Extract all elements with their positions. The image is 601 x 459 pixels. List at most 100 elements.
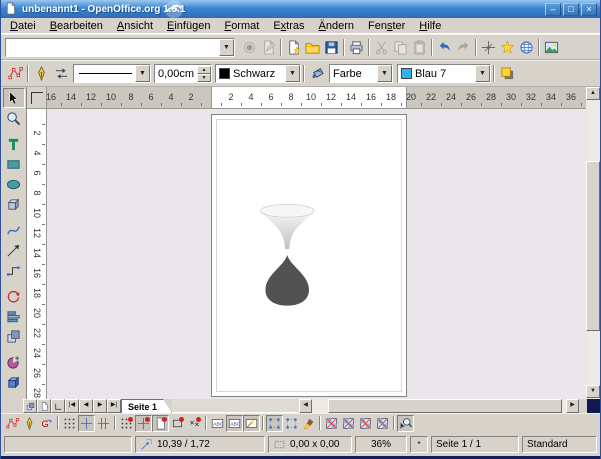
fill-type-dropdown-button[interactable]: ▼ <box>377 65 392 82</box>
menu-fenster[interactable]: Fenster <box>361 19 412 33</box>
scroll-left-button[interactable]: ◀ <box>299 399 312 413</box>
scroll-up-button[interactable]: ▲ <box>586 87 600 100</box>
guides-when-moving-button[interactable] <box>95 415 112 432</box>
menu-datei[interactable]: Datei <box>3 19 43 33</box>
menu-ansicht[interactable]: Ansicht <box>110 19 160 33</box>
minimize-button[interactable]: – <box>545 3 561 16</box>
snap-to-page-margins-button[interactable] <box>152 415 169 432</box>
ruler-origin-corner[interactable] <box>27 87 47 109</box>
show-snap-lines-button[interactable] <box>78 415 95 432</box>
open-document-button[interactable] <box>303 37 322 57</box>
menu-einfgen[interactable]: Einfügen <box>160 19 217 33</box>
line-color-select[interactable]: Schwarz ▼ <box>215 64 301 83</box>
first-page-button[interactable]: |◀ <box>65 399 79 413</box>
insert-graphics-button[interactable] <box>542 37 561 57</box>
print-document-button[interactable] <box>347 37 366 57</box>
modify-with-attributes-button[interactable] <box>300 415 317 432</box>
url-input[interactable] <box>9 40 219 55</box>
arrange-button[interactable] <box>3 326 25 346</box>
gallery-button[interactable] <box>498 37 517 57</box>
placeholder-text-button[interactable] <box>340 415 357 432</box>
line-width-down-button[interactable]: ▼ <box>197 74 211 82</box>
fill-color-select[interactable]: Blau 7 ▼ <box>397 64 491 83</box>
master-view-button[interactable] <box>51 399 65 413</box>
layer-view-button[interactable] <box>23 399 37 413</box>
curve-button[interactable] <box>3 220 25 240</box>
large-handles-button[interactable] <box>283 415 300 432</box>
fill-type-select[interactable]: Farbe ▼ <box>329 64 393 83</box>
vertical-scroll-thumb[interactable] <box>586 161 600 331</box>
horizontal-scrollbar[interactable]: ◀ ▶ <box>299 399 579 413</box>
area-fill-button[interactable] <box>307 64 327 84</box>
edit-points-button[interactable] <box>4 415 21 432</box>
vertical-scrollbar[interactable]: ▲ ▼ <box>586 87 600 399</box>
line-style-select[interactable]: ▼ <box>73 64 151 83</box>
line-color-dropdown-button[interactable]: ▼ <box>285 65 300 82</box>
status-page-cell[interactable]: Seite 1 / 1 <box>431 436 519 453</box>
select-button[interactable] <box>3 88 25 108</box>
connector-button[interactable] <box>3 260 25 280</box>
live-mode-button[interactable] <box>397 415 414 432</box>
3d-objects-button[interactable] <box>3 194 25 214</box>
page-tab-seite1[interactable]: Seite 1 <box>121 399 172 413</box>
line-width-up-button[interactable]: ▲ <box>197 66 211 74</box>
simple-handles-button[interactable] <box>266 415 283 432</box>
select-text-area-button[interactable] <box>226 415 243 432</box>
page-view-button[interactable] <box>37 399 51 413</box>
menu-extras[interactable]: Extras <box>266 19 311 33</box>
last-page-button[interactable]: ▶| <box>107 399 121 413</box>
interaction-button[interactable] <box>3 372 25 392</box>
placeholder-gradient-button[interactable] <box>357 415 374 432</box>
scroll-right-button[interactable]: ▶ <box>566 399 579 413</box>
line-dialog-button[interactable] <box>31 64 51 84</box>
placeholder-picture-button[interactable] <box>323 415 340 432</box>
insert-button[interactable] <box>3 352 25 372</box>
status-zoom-cell[interactable]: 36% <box>355 436 407 453</box>
snap-to-object-border-button[interactable] <box>169 415 186 432</box>
shadow-button[interactable] <box>497 64 517 84</box>
undo-button[interactable] <box>435 37 454 57</box>
scroll-down-button[interactable]: ▼ <box>586 385 600 398</box>
quick-edit-button[interactable] <box>209 415 226 432</box>
snap-to-grid-button[interactable] <box>118 415 135 432</box>
vertical-ruler[interactable]: 246810121416182022242628 <box>27 109 47 399</box>
double-click-edit-text-button[interactable] <box>243 415 260 432</box>
status-size-cell[interactable]: 0,00 x 0,00 <box>268 436 352 453</box>
snap-to-snap-lines-button[interactable] <box>135 415 152 432</box>
placeholder-hatch-button[interactable] <box>374 415 391 432</box>
glue-points-button[interactable] <box>21 415 38 432</box>
horizontal-scroll-thumb[interactable] <box>328 399 562 413</box>
hourglass-3d-object[interactable] <box>212 115 406 396</box>
status-style-cell[interactable]: Standard <box>522 436 597 453</box>
status-position-cell[interactable]: 10,39 / 1,72 <box>135 436 265 453</box>
hyperlink-button[interactable] <box>517 37 536 57</box>
zoom-button[interactable] <box>3 108 25 128</box>
edit-points-button[interactable] <box>5 64 25 84</box>
menu-hilfe[interactable]: Hilfe <box>412 19 448 33</box>
line-width-input[interactable] <box>155 68 195 80</box>
menu-format[interactable]: Format <box>217 19 266 33</box>
show-grid-button[interactable] <box>61 415 78 432</box>
navigator-button[interactable] <box>479 37 498 57</box>
arrow-style-button[interactable] <box>51 64 71 84</box>
ellipse-button[interactable] <box>3 174 25 194</box>
maximize-button[interactable]: □ <box>563 3 579 16</box>
fill-color-dropdown-button[interactable]: ▼ <box>475 65 490 82</box>
text-button[interactable] <box>3 134 25 154</box>
next-page-button[interactable]: ▶ <box>93 399 107 413</box>
previous-page-button[interactable]: ◀ <box>79 399 93 413</box>
new-document-button[interactable] <box>284 37 303 57</box>
drawing-canvas[interactable] <box>47 109 586 399</box>
snap-to-object-points-button[interactable] <box>186 415 203 432</box>
lines-arrows-button[interactable] <box>3 240 25 260</box>
horizontal-ruler[interactable]: 1614121086422468101214161820222426283032… <box>47 87 586 109</box>
close-button[interactable]: × <box>581 3 597 16</box>
url-dropdown-button[interactable]: ▼ <box>219 39 234 56</box>
line-style-dropdown-button[interactable]: ▼ <box>135 65 150 82</box>
menu-bearbeiten[interactable]: Bearbeiten <box>43 19 110 33</box>
rectangle-button[interactable] <box>3 154 25 174</box>
effects-rotate-button[interactable] <box>3 286 25 306</box>
menu-ndern[interactable]: Ändern <box>312 19 361 33</box>
save-document-button[interactable] <box>322 37 341 57</box>
alignment-button[interactable] <box>3 306 25 326</box>
